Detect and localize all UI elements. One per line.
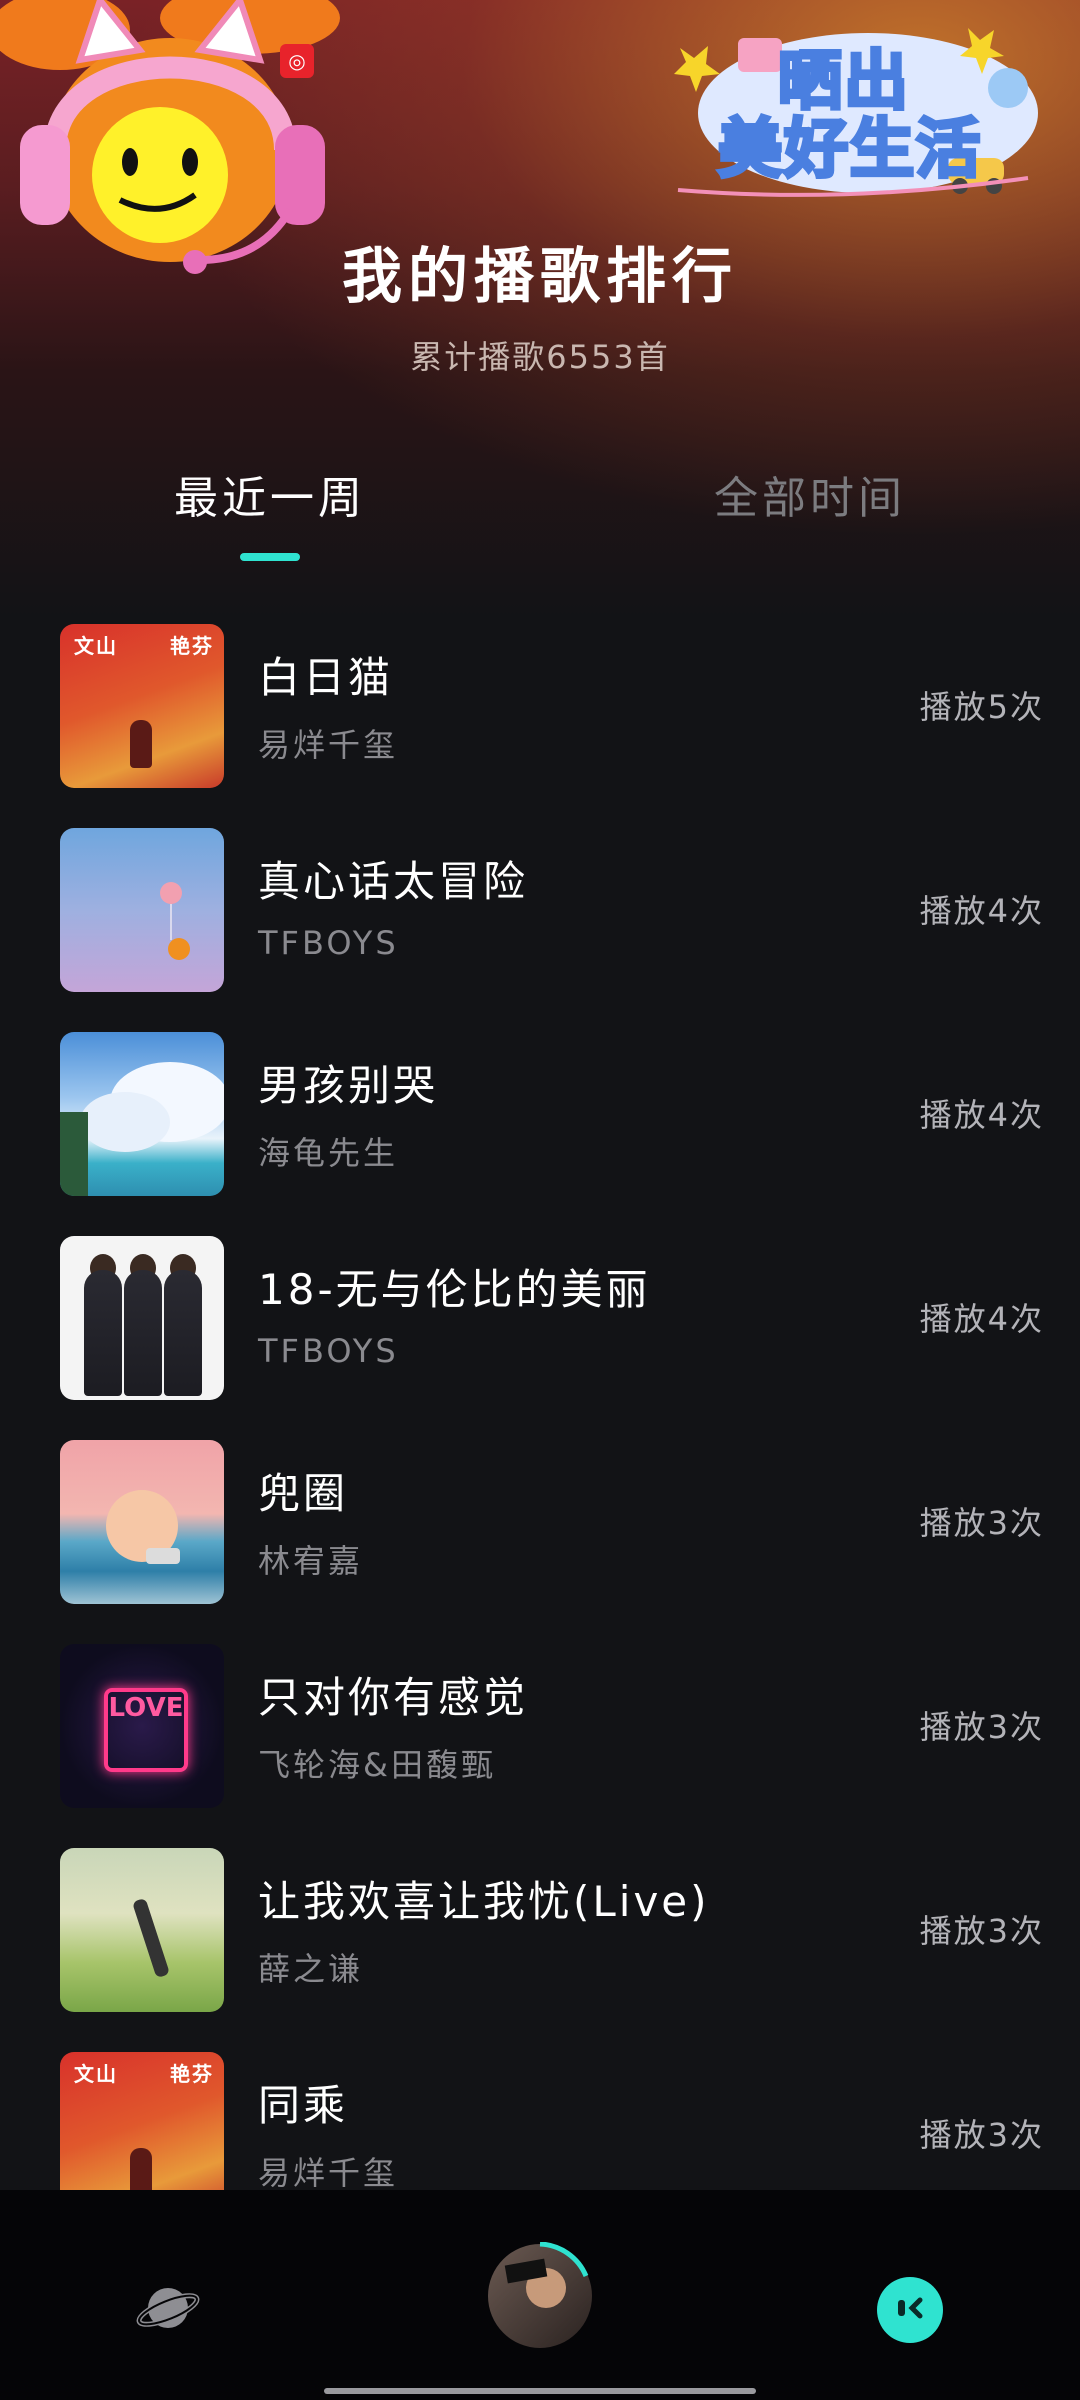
- play-count: 播放4次: [919, 892, 1044, 930]
- album-cover: [60, 1236, 224, 1400]
- now-playing-avatar[interactable]: [486, 2242, 594, 2350]
- song-artist: 飞轮海&田馥甄: [258, 1746, 496, 1784]
- cover-text: 艳芬: [170, 634, 214, 658]
- song-artist: 易烊千玺: [258, 726, 399, 764]
- notification-badge: ◎: [280, 44, 314, 78]
- tab-all-time[interactable]: 全部时间: [630, 462, 990, 526]
- album-cover: [60, 1032, 224, 1196]
- play-count: 播放3次: [919, 1504, 1044, 1542]
- page-title: 我的播歌排行: [342, 242, 738, 312]
- smiley-face-icon[interactable]: [876, 2276, 944, 2344]
- album-cover: [60, 1440, 224, 1604]
- song-row[interactable]: 18-无与伦比的美丽 TFBOYS 播放4次: [0, 1232, 1080, 1436]
- play-count: 播放3次: [919, 1708, 1044, 1746]
- cover-text: 文山: [74, 2062, 118, 2086]
- song-artist: TFBOYS: [258, 924, 399, 962]
- album-cover: [60, 1848, 224, 2012]
- play-count: 播放5次: [919, 688, 1044, 726]
- cover-text: 文山: [74, 634, 118, 658]
- cover-text: 艳芬: [170, 2062, 214, 2086]
- song-title: 只对你有感觉: [258, 1673, 529, 1722]
- song-row[interactable]: 让我欢喜让我忧(Live) 薛之谦 播放3次: [0, 1844, 1080, 2048]
- song-title: 让我欢喜让我忧(Live): [258, 1877, 710, 1926]
- song-row[interactable]: 兜圈 林宥嘉 播放3次: [0, 1436, 1080, 1640]
- song-title: 真心话太冒险: [258, 857, 529, 906]
- tab-recent-week[interactable]: 最近一周: [90, 462, 450, 526]
- play-count: 播放3次: [919, 2116, 1044, 2154]
- song-artist: 易烊千玺: [258, 2154, 399, 2190]
- song-row[interactable]: 男孩别哭 海龟先生 播放4次: [0, 1028, 1080, 1232]
- song-artist: 海龟先生: [258, 1134, 399, 1172]
- song-row[interactable]: 真心话太冒险 TFBOYS 播放4次: [0, 824, 1080, 1028]
- song-title: 18-无与伦比的美丽: [258, 1265, 651, 1314]
- play-count: 播放3次: [919, 1912, 1044, 1950]
- total-plays-subtitle: 累计播歌6553首: [410, 338, 670, 376]
- album-cover: LOVE: [60, 1644, 224, 1808]
- promo-text-line-2: 美好生活: [716, 111, 982, 189]
- song-row[interactable]: LOVE 只对你有感觉 飞轮海&田馥甄 播放3次: [0, 1640, 1080, 1844]
- song-artist: 林宥嘉: [258, 1542, 364, 1580]
- play-count: 播放4次: [919, 1096, 1044, 1134]
- song-ranking-list[interactable]: 文山 艳芬 白日猫 易烊千玺 播放5次 真心话太冒险 TFBOYS 播放4次 男孩…: [0, 620, 1080, 2190]
- planet-icon[interactable]: [136, 2276, 200, 2340]
- song-row[interactable]: 文山 艳芬 同乘 易烊千玺 播放3次: [0, 2048, 1080, 2190]
- play-ranking-screen: ◎ 晒出 美好生活 我的播歌排行 累计播歌6553首 最近一周 全部时间 文山艳…: [0, 0, 1080, 2400]
- song-title: 男孩别哭: [258, 1061, 439, 1110]
- home-indicator[interactable]: [324, 2388, 756, 2394]
- bottom-navigation-bar: [0, 2190, 1080, 2400]
- song-row[interactable]: 文山 艳芬 白日猫 易烊千玺 播放5次: [0, 620, 1080, 824]
- active-tab-indicator: [240, 553, 300, 561]
- song-title: 白日猫: [258, 653, 394, 702]
- song-artist: TFBOYS: [258, 1332, 399, 1370]
- song-title: 同乘: [258, 2081, 349, 2130]
- song-artist: 薛之谦: [258, 1950, 364, 1988]
- song-title: 兜圈: [258, 1469, 349, 1518]
- album-cover: 文山 艳芬: [60, 2052, 224, 2190]
- love-sign: LOVE: [104, 1688, 188, 1772]
- promo-sticker[interactable]: 晒出 美好生活: [668, 18, 1040, 208]
- album-cover: [60, 828, 224, 992]
- play-count: 播放4次: [919, 1300, 1044, 1338]
- album-cover: 文山 艳芬: [60, 624, 224, 788]
